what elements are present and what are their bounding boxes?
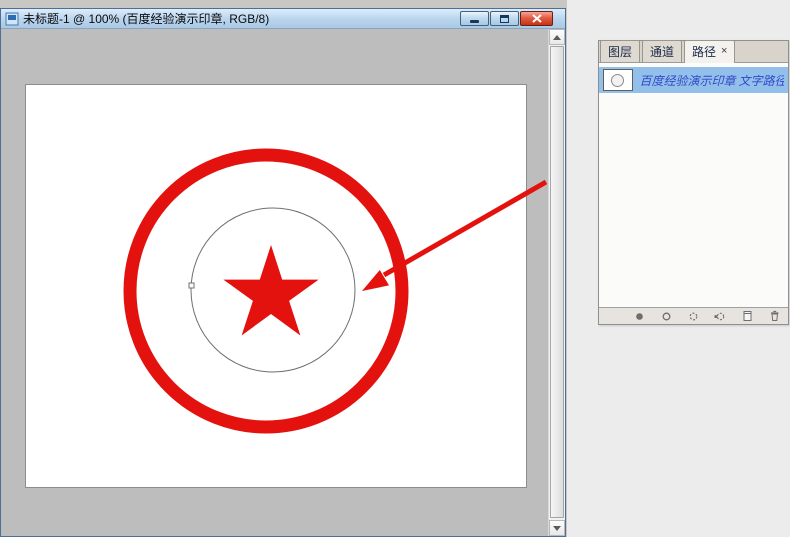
path-thumbnail xyxy=(603,69,633,91)
stamp-artwork xyxy=(26,85,526,487)
path-item-row[interactable]: 百度经验演示印章 文字路径 xyxy=(599,67,788,93)
scroll-down-button[interactable] xyxy=(549,520,565,536)
scroll-up-button[interactable] xyxy=(549,29,565,45)
stroke-path-icon[interactable] xyxy=(660,310,672,322)
paths-panel-footer xyxy=(599,307,788,324)
maximize-button[interactable] xyxy=(490,11,519,26)
fill-path-icon[interactable] xyxy=(633,310,645,322)
document-title-bar[interactable]: 未标题-1 @ 100% (百度经验演示印章, RGB/8) xyxy=(1,9,565,29)
arrow-up-icon xyxy=(553,35,561,40)
panel-tab-bar: 图层 通道 路径 × xyxy=(599,41,788,63)
arrow-down-icon xyxy=(553,526,561,531)
tab-layers-label: 图层 xyxy=(608,43,632,60)
document-title: 未标题-1 @ 100% (百度经验演示印章, RGB/8) xyxy=(23,10,269,27)
close-button[interactable] xyxy=(520,11,553,26)
stamp-star xyxy=(223,245,318,336)
maximize-icon xyxy=(500,15,509,23)
tab-channels-label: 通道 xyxy=(650,43,674,60)
canvas[interactable] xyxy=(26,85,526,487)
document-work-area xyxy=(1,29,548,536)
delete-path-icon[interactable] xyxy=(768,310,780,322)
path-name: 百度经验演示印章 文字路径 xyxy=(640,72,784,89)
create-new-path-icon[interactable] xyxy=(741,310,753,322)
minimize-button[interactable] xyxy=(460,11,489,26)
scrollbar-thumb[interactable] xyxy=(550,46,564,518)
window-controls xyxy=(460,11,553,26)
workspace: 未标题-1 @ 100% (百度经验演示印章, RGB/8) xyxy=(0,0,790,537)
minimize-icon xyxy=(470,20,479,23)
tab-paths[interactable]: 路径 × xyxy=(684,40,735,63)
document-window: 未标题-1 @ 100% (百度经验演示印章, RGB/8) xyxy=(0,8,566,537)
tab-paths-label: 路径 xyxy=(692,43,716,60)
make-work-path-icon[interactable] xyxy=(714,310,726,322)
path-anchor-point[interactable] xyxy=(189,283,194,288)
tab-layers[interactable]: 图层 xyxy=(600,40,640,62)
paths-panel: 图层 通道 路径 × 百度经验演示印章 文字路径 xyxy=(598,40,789,325)
path-thumbnail-circle xyxy=(611,74,624,87)
vertical-scrollbar[interactable] xyxy=(548,29,565,536)
paths-list: 百度经验演示印章 文字路径 xyxy=(599,63,788,307)
photoshop-file-icon xyxy=(5,12,19,26)
tab-close-icon[interactable]: × xyxy=(721,46,727,57)
close-icon xyxy=(532,14,542,23)
load-path-as-selection-icon[interactable] xyxy=(687,310,699,322)
tab-channels[interactable]: 通道 xyxy=(642,40,682,62)
